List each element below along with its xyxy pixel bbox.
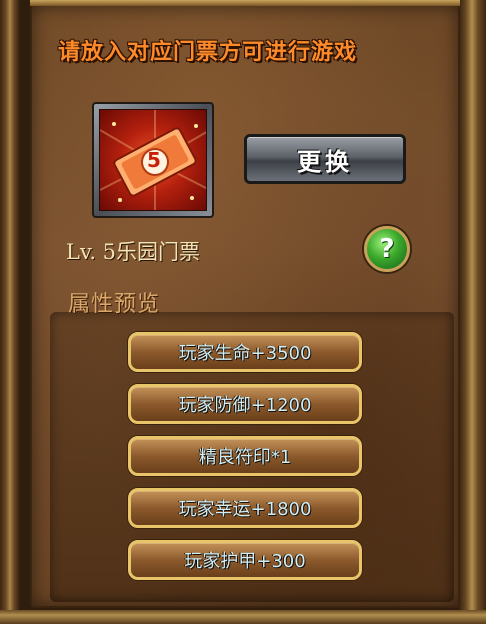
ticket-slot[interactable]: 5 [92,102,214,218]
attribute-item-defense: 玩家防御+1200 [128,384,362,424]
swap-button[interactable]: 更换 [244,134,406,184]
ticket-badge: 5 [147,148,161,172]
panel-top-border [30,0,460,6]
window-frame-bottom [0,610,486,624]
attribute-item-armor: 玩家护甲+300 [128,540,362,580]
window-frame-right [458,0,486,624]
help-icon-glyph: ? [379,234,395,264]
attribute-item-hp: 玩家生命+3500 [128,332,362,372]
ticket-notice: 请放入对应门票方可进行游戏 [58,40,358,65]
attribute-item-seal: 精良符印*1 [128,436,362,476]
attribute-item-luck: 玩家幸运+1800 [128,488,362,528]
preview-title: 属性预览 [68,292,161,317]
ticket-name: Lv. 5乐园门票 [66,240,201,264]
help-icon[interactable]: ? [364,226,410,272]
ticket-icon: 5 [99,109,207,211]
